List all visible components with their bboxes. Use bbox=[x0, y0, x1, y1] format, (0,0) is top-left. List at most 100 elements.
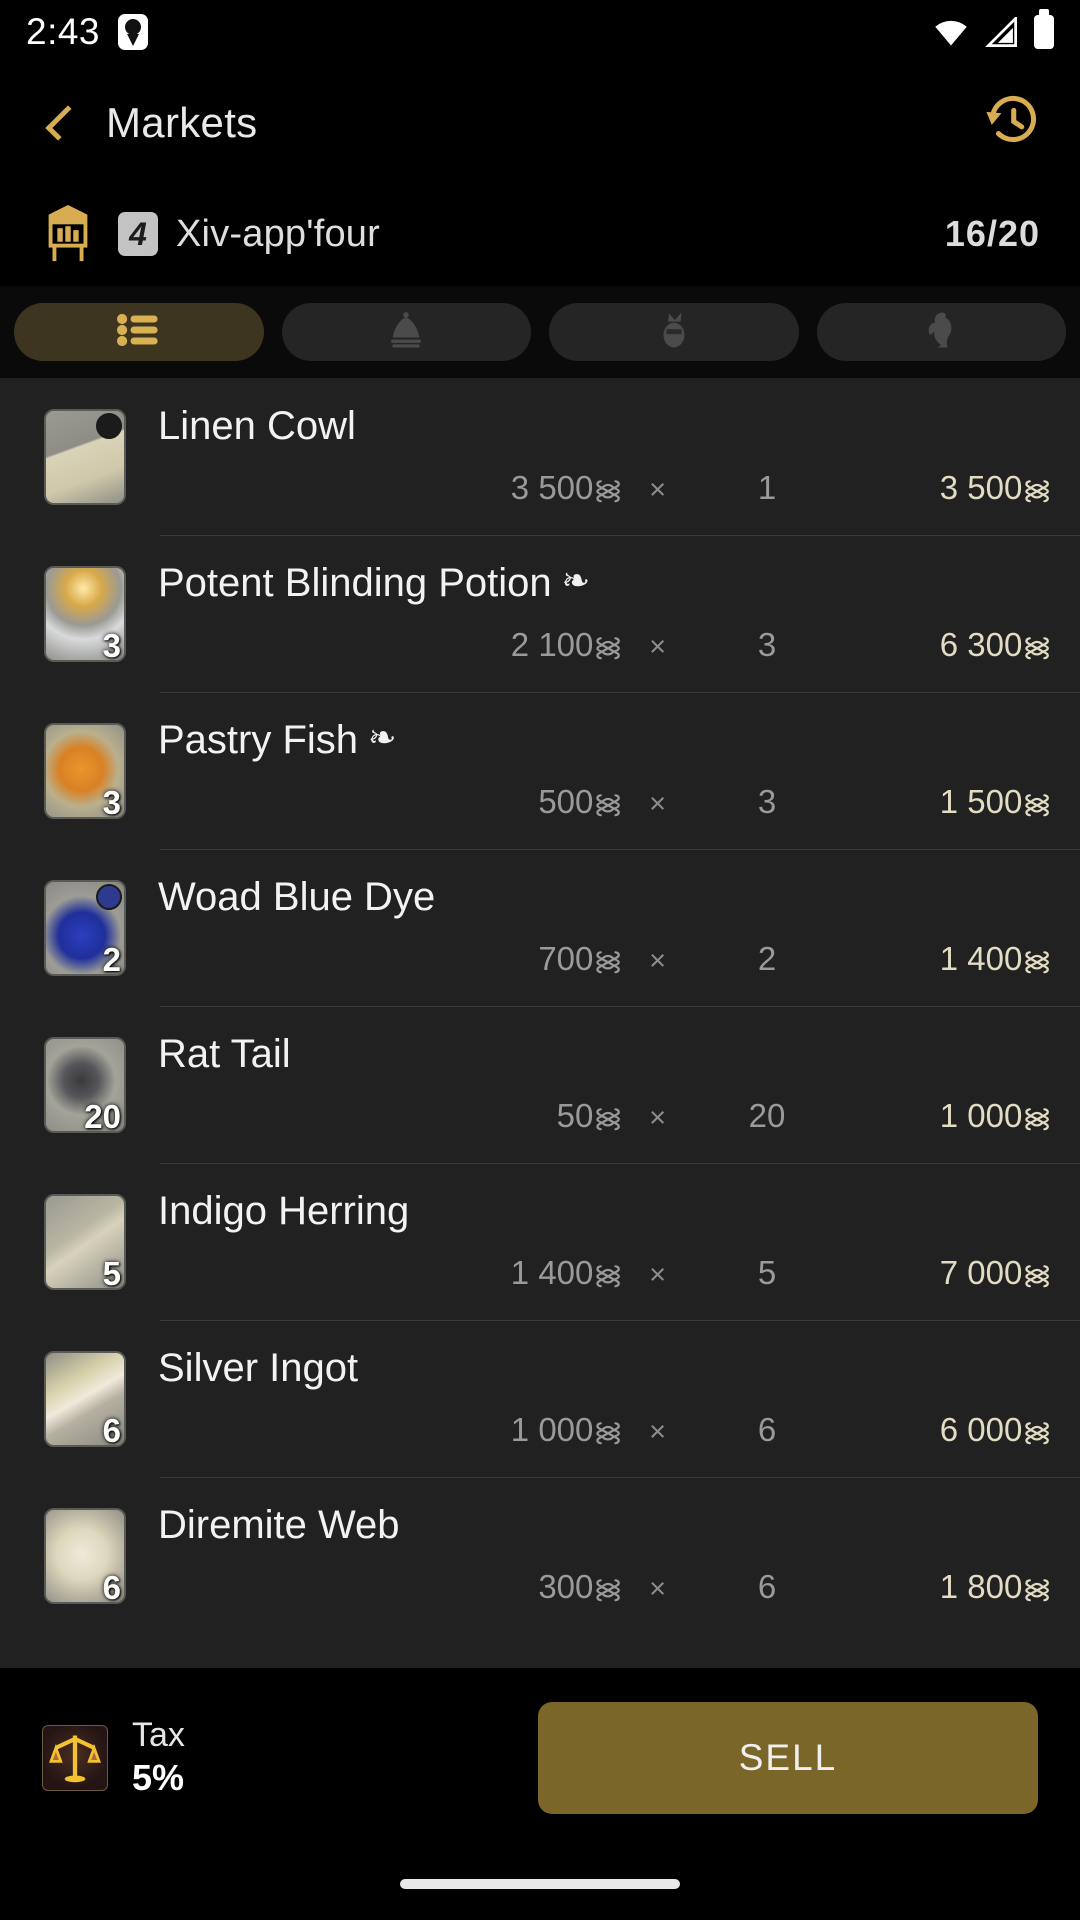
item-herring-icon: 5 bbox=[44, 1193, 126, 1290]
unit-price: 300᯼ bbox=[538, 1568, 624, 1605]
gil-symbol: ᯼ bbox=[593, 631, 624, 662]
item-quantity: 1 bbox=[757, 469, 777, 506]
item-name-text: Rat Tail bbox=[158, 1032, 291, 1076]
retainer-row[interactable]: 4 Xiv-app'four 16/20 bbox=[0, 182, 1080, 286]
market-board-icon bbox=[40, 203, 96, 265]
unit-price: 50᯼ bbox=[556, 1097, 624, 1134]
item-total-price: 1 000᯼ bbox=[939, 1097, 1052, 1134]
home-indicator[interactable] bbox=[400, 1879, 680, 1889]
unit-price: 500᯼ bbox=[538, 783, 624, 820]
table-row[interactable]: 20 Rat Tail 50᯼ × 20 1 000᯼ bbox=[0, 1006, 1080, 1163]
multiply-symbol: × bbox=[649, 1573, 666, 1605]
item-name: Silver Ingot bbox=[158, 1347, 1052, 1389]
table-row[interactable]: 2 Woad Blue Dye 700᯼ × 2 1 400᯼ bbox=[0, 849, 1080, 1006]
cellular-signal-icon bbox=[984, 15, 1020, 47]
gil-symbol: ᯼ bbox=[593, 1573, 624, 1604]
unit-price: 3 500᯼ bbox=[510, 469, 624, 506]
gil-symbol: ᯼ bbox=[1022, 1259, 1052, 1290]
item-price-row: 3 500᯼ × 1 3 500᯼ bbox=[158, 469, 1052, 508]
table-row[interactable]: 6 Diremite Web 300᯼ × 6 1 800᯼ bbox=[0, 1477, 1080, 1634]
tab-chocobo[interactable] bbox=[816, 303, 1066, 361]
item-pastry-fish-icon: 3 bbox=[44, 722, 126, 819]
list-icon bbox=[116, 313, 161, 352]
system-nav-bar bbox=[0, 1848, 1080, 1920]
tab-list[interactable] bbox=[14, 303, 264, 361]
app-bar: Markets bbox=[0, 64, 1080, 182]
hq-icon: ❧ bbox=[561, 562, 591, 600]
gil-symbol: ᯼ bbox=[1022, 631, 1052, 662]
gil-symbol: ᯼ bbox=[593, 1416, 624, 1447]
item-quantity: 6 bbox=[757, 1411, 777, 1448]
gil-symbol: ᯼ bbox=[1022, 1416, 1052, 1447]
gil-symbol: ᯼ bbox=[593, 945, 624, 976]
gil-symbol: ᯼ bbox=[1022, 474, 1052, 505]
chevron-left-icon bbox=[45, 105, 81, 141]
item-stack-count: 3 bbox=[102, 783, 121, 819]
tab-gil[interactable] bbox=[549, 303, 799, 361]
retainer-name: Xiv-app'four bbox=[176, 212, 380, 255]
game-app-icon bbox=[118, 14, 149, 50]
dye-swatch-icon bbox=[96, 412, 122, 439]
wifi-icon bbox=[932, 17, 970, 47]
item-quantity: 3 bbox=[757, 783, 777, 820]
item-price-row: 2 100᯼ × 3 6 300᯼ bbox=[158, 626, 1052, 665]
item-potion-icon: 3 bbox=[44, 565, 126, 662]
item-linen-cowl-icon bbox=[44, 408, 126, 505]
item-stack-count: 6 bbox=[102, 1411, 121, 1447]
tab-bell[interactable] bbox=[281, 303, 531, 361]
gil-symbol: ᯼ bbox=[1022, 1573, 1052, 1604]
item-details: Silver Ingot 1 000᯼ × 6 6 000᯼ bbox=[158, 1320, 1052, 1477]
table-row[interactable]: 3 Pastry Fish ❧ 500᯼ × 3 1 500᯼ bbox=[0, 692, 1080, 849]
item-name: Rat Tail bbox=[158, 1033, 1052, 1075]
page-title: Markets bbox=[106, 99, 258, 146]
retainer-number-badge: 4 bbox=[118, 212, 158, 256]
item-name: Diremite Web bbox=[158, 1504, 1052, 1546]
item-name-text: Indigo Herring bbox=[158, 1189, 410, 1233]
table-row[interactable]: 5 Indigo Herring 1 400᯼ × 5 7 000᯼ bbox=[0, 1163, 1080, 1320]
item-dye-icon: 2 bbox=[44, 879, 126, 976]
item-details: Linen Cowl 3 500᯼ × 1 3 500᯼ bbox=[158, 378, 1052, 535]
item-rat-tail-icon: 20 bbox=[44, 1036, 126, 1133]
item-total-price: 7 000᯼ bbox=[939, 1254, 1052, 1291]
table-row[interactable]: 6 Silver Ingot 1 000᯼ × 6 6 000᯼ bbox=[0, 1320, 1080, 1477]
tab-bar bbox=[0, 286, 1080, 378]
table-row[interactable]: 3 Potent Blinding Potion ❧ 2 100᯼ × 3 6 300᯼ bbox=[0, 535, 1080, 692]
gil-symbol: ᯼ bbox=[593, 1102, 624, 1133]
gil-symbol: ᯼ bbox=[1022, 1102, 1052, 1133]
item-stack-count: 5 bbox=[102, 1254, 121, 1290]
status-bar-icons bbox=[932, 9, 1054, 49]
tax-value: 5% bbox=[132, 1757, 185, 1799]
item-name-text: Diremite Web bbox=[158, 1503, 400, 1547]
item-stack-count: 20 bbox=[84, 1097, 121, 1133]
multiply-symbol: × bbox=[649, 474, 666, 506]
multiply-symbol: × bbox=[649, 1102, 666, 1134]
item-name-text: Potent Blinding Potion bbox=[158, 561, 552, 605]
item-details: Woad Blue Dye 700᯼ × 2 1 400᯼ bbox=[158, 849, 1052, 1006]
history-button[interactable] bbox=[980, 90, 1046, 156]
sell-button[interactable]: SELL bbox=[538, 1702, 1038, 1814]
bottom-action-bar: Tax 5% SELL bbox=[0, 1668, 1080, 1848]
retainer-slot-count: 16/20 bbox=[944, 213, 1040, 254]
unit-price: 1 400᯼ bbox=[510, 1254, 624, 1291]
chocobo-icon bbox=[921, 310, 961, 355]
tax-label: Tax bbox=[132, 1715, 185, 1754]
item-details: Potent Blinding Potion ❧ 2 100᯼ × 3 6 300᯼ bbox=[158, 535, 1052, 692]
item-total-price: 6 300᯼ bbox=[939, 626, 1052, 663]
gil-symbol: ᯼ bbox=[1022, 945, 1052, 976]
gil-symbol: ᯼ bbox=[1022, 788, 1052, 819]
multiply-symbol: × bbox=[649, 788, 666, 820]
item-price-row: 300᯼ × 6 1 800᯼ bbox=[158, 1568, 1052, 1607]
retainer-item-list[interactable]: Linen Cowl 3 500᯼ × 1 3 500᯼ 3 Potent Blinding… bbox=[0, 378, 1080, 1668]
item-name-text: Linen Cowl bbox=[158, 404, 356, 448]
item-price-row: 500᯼ × 3 1 500᯼ bbox=[158, 783, 1052, 822]
item-quantity: 3 bbox=[757, 626, 777, 663]
back-button[interactable] bbox=[34, 94, 92, 152]
table-row[interactable]: Linen Cowl 3 500᯼ × 1 3 500᯼ bbox=[0, 378, 1080, 535]
status-bar: 2:43 bbox=[0, 0, 1080, 64]
app-screen: 2:43 Markets 4 Xiv-app'four 16/20 Linen … bbox=[0, 0, 1080, 1920]
tax-scales-icon bbox=[42, 1725, 108, 1791]
item-stack-count: 3 bbox=[102, 626, 121, 662]
gil-symbol: ᯼ bbox=[593, 474, 624, 505]
hq-icon: ❧ bbox=[368, 719, 397, 757]
multiply-symbol: × bbox=[649, 945, 666, 977]
